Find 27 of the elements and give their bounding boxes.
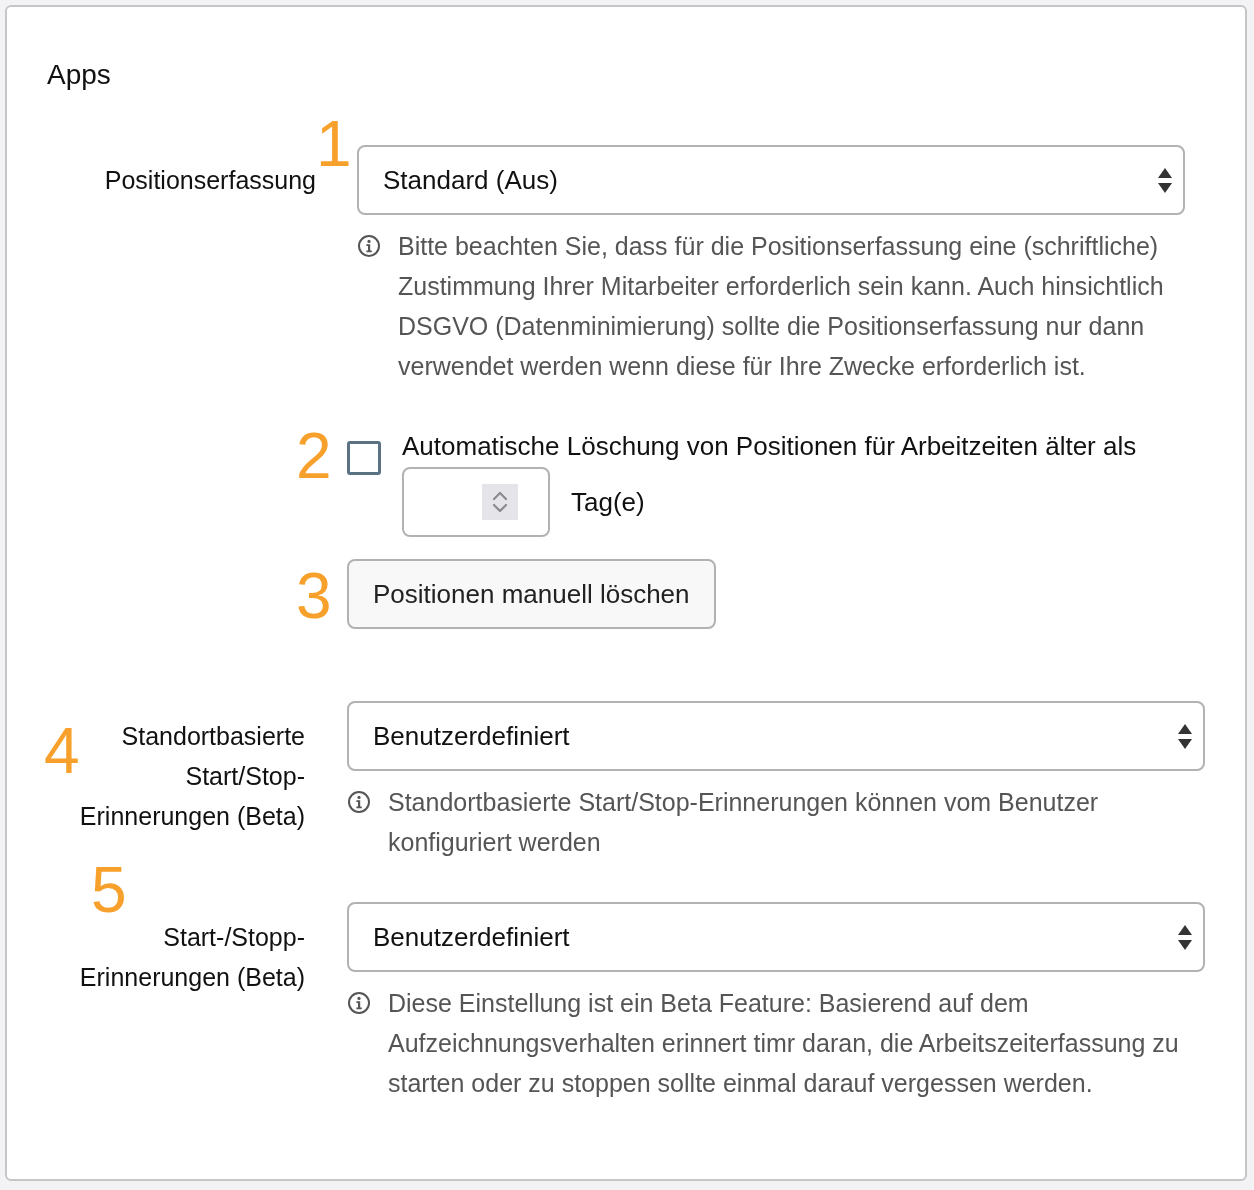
annotation-number: 1	[316, 119, 350, 169]
annotation-number: 5	[91, 865, 125, 915]
dropdown[interactable]: Benutzerdefiniert	[347, 701, 1205, 771]
help-text: Bitte beachten Sie, dass für die Positionserfassung eine (schriftliche) Zustimmung Ihrer Mitarbeiter erforderlich sein kann. Auch hinsichtlich DSGVO (Datenminimierung) sollte die Positionserfassung nur dann verwendet werden wenn diese für Ihre Zwecke erforderlich ist.	[398, 231, 1165, 382]
dropdown[interactable]: Standard (Aus)	[357, 145, 1185, 215]
info-icon	[348, 992, 370, 1014]
up-down-arrows-icon	[1178, 723, 1192, 749]
setting-label: Positionserfassung	[104, 165, 316, 196]
unit-label: Tag(e)	[571, 486, 645, 518]
help-text: Standortbasierte Start/Stop-Erinnerungen können vom Benutzer konfiguriert werden	[388, 787, 1100, 858]
checkbox[interactable]	[347, 441, 381, 475]
number-field[interactable]	[402, 467, 550, 537]
info-icon	[348, 791, 370, 813]
help-text: Diese Einstellung ist ein Beta Feature: Basierend auf dem Aufzeichnungsverhalten erinnert timr daran, die Arbeitszeiterfassung zu starten oder zu stoppen sollte einmal darauf vergessen werden.	[388, 988, 1180, 1099]
setting-label: Standortbasierte Start/Stop-Erinnerungen (Beta)	[78, 721, 305, 832]
setting-label: Start-/Stopp-Erinnerungen (Beta)	[78, 922, 305, 993]
section-title: Apps	[47, 59, 111, 91]
up-down-arrows-icon	[1158, 167, 1172, 193]
delete-button[interactable]: Positionen manuell löschen	[347, 559, 716, 629]
dropdown[interactable]: Benutzerdefiniert	[347, 902, 1205, 972]
annotation-number: 2	[296, 431, 330, 481]
annotation-number: 4	[44, 726, 78, 776]
checkbox-label: Automatische Löschung von Positionen für Arbeitzeiten älter als	[402, 430, 1137, 463]
info-icon	[358, 235, 380, 257]
up-down-arrows-icon	[1178, 924, 1192, 950]
annotation-number: 3	[296, 571, 330, 621]
stepper-chevrons-icon[interactable]	[482, 484, 518, 520]
